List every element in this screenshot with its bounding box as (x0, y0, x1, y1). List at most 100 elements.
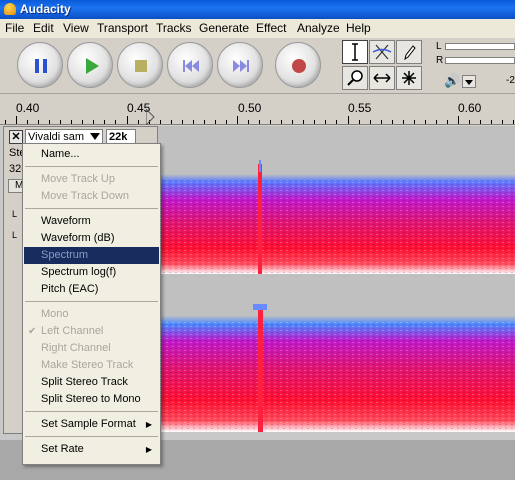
ruler-label: 0.55 (348, 101, 372, 115)
menu-item-spectrum: Spectrum (24, 247, 159, 264)
ruler-tick (104, 120, 105, 124)
menu-item-waveform-db[interactable]: Waveform (dB) (24, 230, 159, 247)
menu-item-label: Set Rate (41, 443, 84, 455)
menu-transport[interactable]: Transport (97, 21, 148, 35)
menu-analyze[interactable]: Analyze (297, 21, 340, 35)
submenu-arrow-icon: ▶ (145, 420, 152, 429)
ruler-tick (115, 120, 116, 124)
ruler-tick (469, 120, 470, 124)
draw-tool-icon (404, 45, 416, 61)
window-title: Audacity (20, 2, 71, 16)
menu-item-label: Right Channel (41, 342, 111, 354)
ruler-tick (325, 120, 326, 124)
chevron-down-icon (465, 80, 473, 85)
record-button[interactable] (275, 42, 321, 88)
ruler-tick (436, 120, 437, 124)
menu-item-label: Spectrum log(f) (41, 266, 117, 278)
meter-scale-label: -2 (506, 75, 515, 86)
skip-end-button[interactable] (217, 42, 263, 88)
ruler-tick (281, 120, 282, 124)
ruler-tick (171, 120, 172, 124)
menu-separator (25, 208, 158, 209)
menu-effect[interactable]: Effect (256, 21, 286, 35)
menu-item-label: Mono (41, 308, 69, 320)
menu-bar: File Edit View Transport Tracks Generate… (0, 19, 515, 38)
speaker-icon: 🔊 (444, 73, 461, 88)
menu-item-split-stereo-to-mono[interactable]: Split Stereo to Mono (24, 391, 159, 408)
menu-item-label: Set Sample Format (41, 418, 136, 430)
menu-item-label: Name... (41, 148, 80, 160)
ruler-tick (370, 120, 371, 124)
multi-tool-button[interactable] (396, 66, 422, 90)
multi-tool-icon (402, 71, 416, 85)
ruler-tick (127, 116, 128, 124)
menu-item-label: Left Channel (41, 325, 104, 337)
meter-left-bar (445, 43, 515, 50)
ruler-tick (215, 120, 216, 124)
pause-button[interactable] (17, 42, 63, 88)
menu-item-left-channel: Left Channel ✔ (24, 323, 159, 340)
menu-item-split-stereo-track[interactable]: Split Stereo Track (24, 374, 159, 391)
play-button[interactable] (67, 42, 113, 88)
menu-item-waveform[interactable]: Waveform (24, 213, 159, 230)
spectrogram-right-image (160, 290, 515, 432)
menu-item-set-rate[interactable]: Set Rate ▶ (24, 441, 159, 458)
menu-file[interactable]: File (5, 21, 24, 35)
menu-view[interactable]: View (63, 21, 89, 35)
timeline-ruler[interactable]: 0.40 0.45 0.50 0.55 0.60 (0, 95, 515, 125)
menu-item-label: Split Stereo Track (41, 376, 128, 388)
ruler-tick (60, 120, 61, 124)
menu-item-label: Make Stereo Track (41, 359, 134, 371)
audacity-logo-icon (4, 3, 16, 15)
record-icon (292, 59, 306, 73)
ruler-tick (502, 120, 503, 124)
meter-right-bar (445, 57, 515, 64)
ruler-label: 0.60 (458, 101, 482, 115)
ruler-tick (447, 120, 448, 124)
ruler-tick (259, 120, 260, 124)
spectrogram-right-channel[interactable] (160, 290, 515, 432)
ruler-tick (480, 120, 481, 124)
ruler-tick (292, 120, 293, 124)
menu-tracks[interactable]: Tracks (156, 21, 192, 35)
menu-separator (25, 301, 158, 302)
menu-item-spectrum-log-f[interactable]: Spectrum log(f) (24, 264, 159, 281)
track-context-menu: Name... Move Track Up Move Track Down Wavef… (22, 143, 161, 465)
menu-item-right-channel: Right Channel (24, 340, 159, 357)
meter-dropdown-button[interactable] (462, 75, 476, 88)
track-close-button[interactable]: ✕ (9, 130, 23, 144)
ruler-tick (138, 120, 139, 124)
skip-end-icon (233, 60, 249, 72)
selection-tool-button[interactable] (342, 40, 368, 64)
menu-edit[interactable]: Edit (33, 21, 54, 35)
menu-help[interactable]: Help (346, 21, 371, 35)
ruler-tick (403, 120, 404, 124)
menu-item-pitch-eac[interactable]: Pitch (EAC) (24, 281, 159, 298)
menu-item-move-track-down: Move Track Down (24, 188, 159, 205)
tools-toolbar (340, 40, 424, 92)
title-bar: Audacity (0, 0, 515, 19)
menu-separator (25, 166, 158, 167)
draw-tool-button[interactable] (396, 40, 422, 64)
menu-item-name[interactable]: Name... (24, 146, 159, 163)
pan-slider-label: L (12, 209, 18, 219)
menu-item-move-track-up: Move Track Up (24, 171, 159, 188)
ruler-tick (71, 120, 72, 124)
spectrogram-left-image (160, 146, 515, 274)
ruler-label: 0.50 (238, 101, 262, 115)
ruler-tick (458, 116, 459, 124)
meter-right-label: R (436, 55, 444, 66)
skip-start-button[interactable] (167, 42, 213, 88)
timeshift-tool-button[interactable] (369, 66, 395, 90)
menu-item-set-sample-format[interactable]: Set Sample Format ▶ (24, 416, 159, 433)
envelope-tool-button[interactable] (369, 40, 395, 64)
ruler-tick (270, 120, 271, 124)
stop-button[interactable] (117, 42, 163, 88)
spectrogram-left-channel[interactable] (160, 146, 515, 274)
zoom-tool-button[interactable] (342, 66, 368, 90)
menu-generate[interactable]: Generate (199, 21, 249, 35)
ruler-tick (314, 120, 315, 124)
ruler-tick (425, 120, 426, 124)
pause-icon (35, 59, 47, 73)
track-name-label: Vivaldi sam (28, 131, 85, 143)
